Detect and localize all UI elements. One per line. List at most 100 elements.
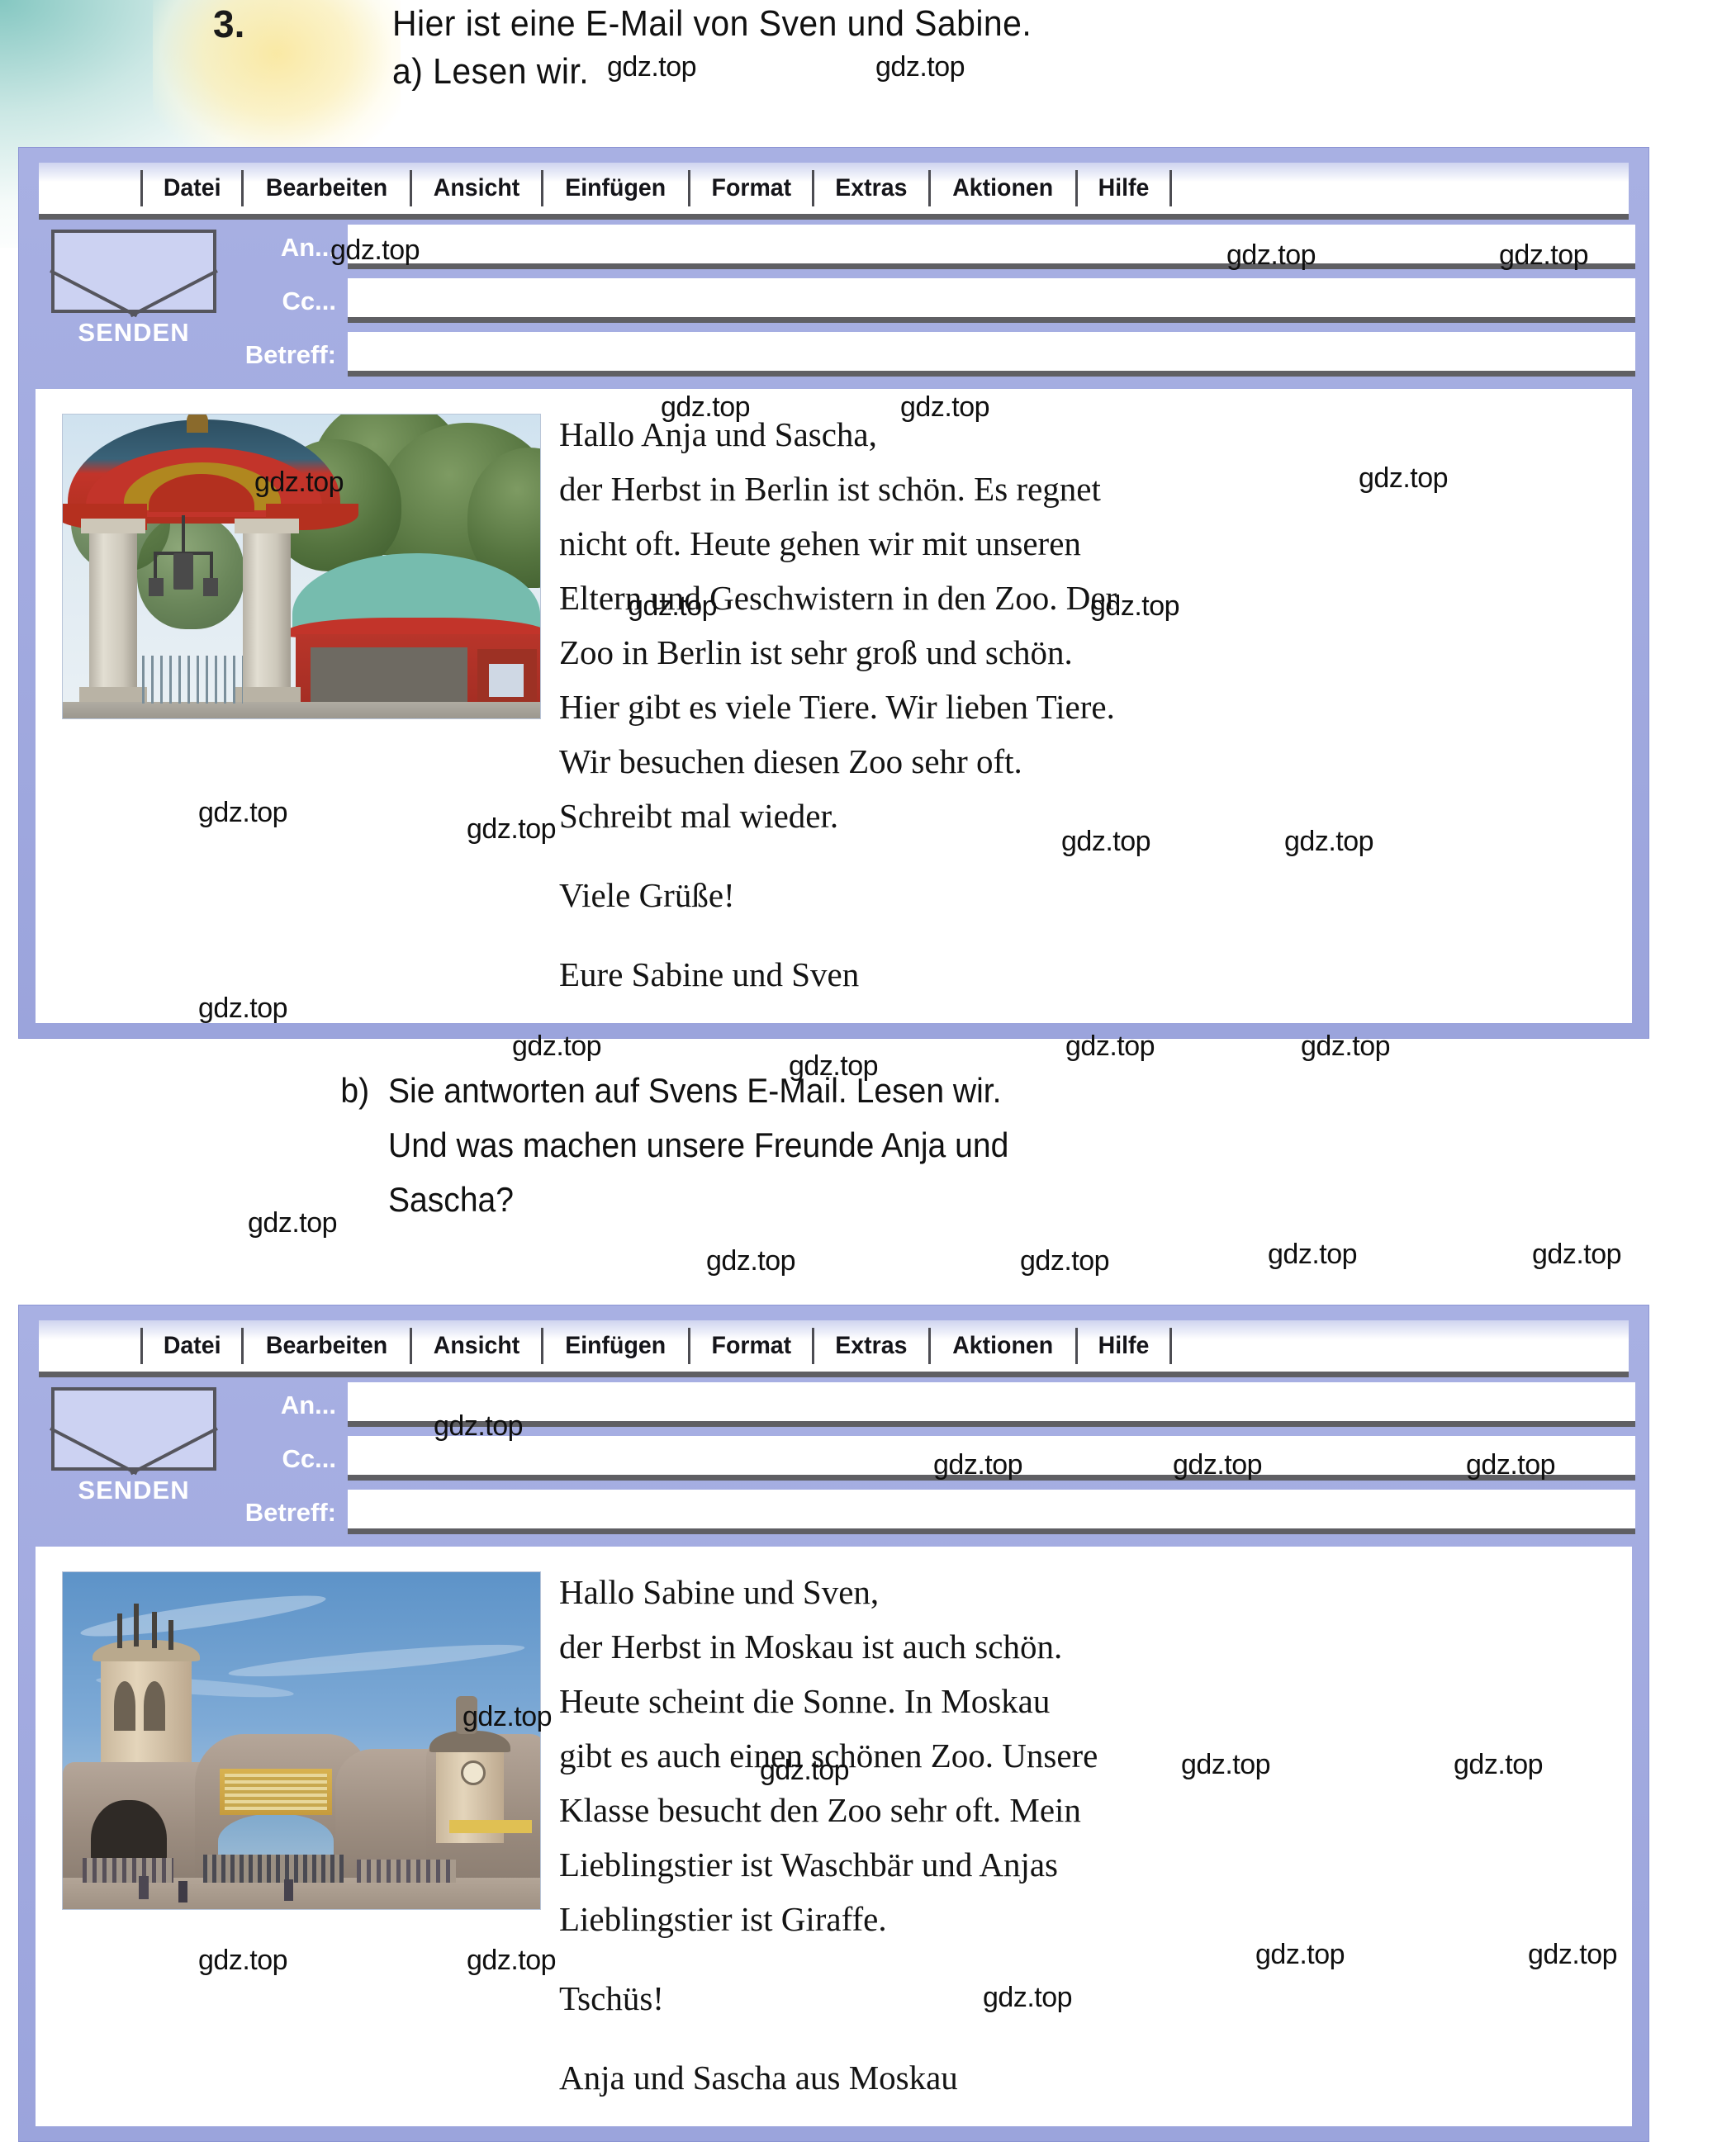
task-number: 3. (213, 2, 245, 45)
email-2-line-5: Lieblingstier ist Waschbär und Anjas (559, 1846, 1059, 1884)
email-1-line-7: Schreibt mal wieder. (559, 797, 839, 835)
watermark: gdz.top (875, 51, 965, 83)
watermark: gdz.top (1532, 1239, 1622, 1270)
email-composer-window-1: Datei Bearbeiten Ansicht Einfügen Format… (18, 147, 1649, 1039)
prompt-b-label: b) (340, 1071, 370, 1110)
watermark: gdz.top (1268, 1239, 1358, 1270)
to-field-label: An... (280, 1391, 336, 1419)
menu-item-einfuegen[interactable]: Einfügen (548, 163, 684, 214)
send-button-label: SENDEN (78, 318, 190, 347)
cc-field-input[interactable] (348, 1436, 1635, 1481)
menu-item-bearbeiten[interactable]: Bearbeiten (249, 163, 405, 214)
moscow-zoo-photo (62, 1571, 541, 1910)
menu-item-extras[interactable]: Extras (818, 163, 925, 214)
watermark: gdz.top (607, 51, 697, 83)
menu-separator (410, 1328, 413, 1364)
envelope-icon (51, 230, 216, 313)
sun-decoration (153, 0, 401, 157)
prompt-b-line-2: Und was machen unsere Freunde Anja und (388, 1125, 1009, 1164)
email-2-line-3: gibt es auch einen schönen Zoo. Unsere (559, 1737, 1098, 1775)
menu-item-ansicht[interactable]: Ansicht (416, 163, 537, 214)
email-1-text: Hallo Anja und Sascha, der Herbst in Ber… (559, 407, 1611, 1002)
field-row-cc: Cc... (227, 278, 1635, 329)
field-row-subject: Betreff: (227, 1490, 1635, 1541)
email-1-greeting: Hallo Anja und Sascha, (559, 415, 877, 453)
menu-separator (241, 1328, 244, 1364)
watermark: gdz.top (706, 1245, 796, 1277)
menu-item-format[interactable]: Format (694, 163, 808, 214)
email-header-area-1: SENDEN An... Cc... Betreff: (19, 220, 1648, 389)
email-1-line-1: der Herbst in Berlin ist schön. Es regne… (559, 470, 1101, 508)
berlin-zoo-photo (62, 414, 541, 719)
email-2-text: Hallo Sabine und Sven, der Herbst in Mos… (559, 1565, 1611, 2105)
email-1-signature: Eure Sabine und Sven (559, 955, 860, 993)
menu-separator (928, 170, 932, 206)
send-button-label: SENDEN (78, 1476, 190, 1504)
menu-item-ansicht[interactable]: Ansicht (416, 1320, 537, 1372)
menu-separator (928, 1328, 932, 1364)
send-button-2[interactable]: SENDEN (42, 1387, 225, 1505)
menu-item-hilfe[interactable]: Hilfe (1080, 163, 1166, 214)
watermark: gdz.top (248, 1207, 338, 1239)
email-1-line-6: Wir besuchen diesen Zoo sehr oft. (559, 742, 1022, 780)
email-1-line-2: nicht oft. Heute gehen wir mit unseren (559, 524, 1081, 562)
email-1-line-4: Zoo in Berlin ist sehr groß und schön. (559, 633, 1073, 671)
menu-item-datei[interactable]: Datei (146, 163, 238, 214)
send-button-1[interactable]: SENDEN (42, 230, 225, 348)
email-2-line-1: der Herbst in Moskau ist auch schön. (559, 1628, 1063, 1666)
menu-item-einfuegen[interactable]: Einfügen (548, 1320, 684, 1372)
menu-separator (140, 1328, 143, 1364)
menu-separator (687, 170, 690, 206)
menu-separator (541, 1328, 544, 1364)
menu-separator (812, 170, 815, 206)
menu-item-hilfe[interactable]: Hilfe (1080, 1320, 1166, 1372)
menu-item-datei[interactable]: Datei (146, 1320, 238, 1372)
email-2-closing: Tschüs! (559, 1979, 664, 2017)
envelope-icon (51, 1387, 216, 1471)
email-2-line-2: Heute scheint die Sonne. In Moskau (559, 1682, 1051, 1720)
email-body-2: Hallo Sabine und Sven, der Herbst in Mos… (36, 1547, 1632, 2126)
subject-field-label: Betreff: (244, 1498, 336, 1527)
email-2-line-6: Lieblingstier ist Giraffe. (559, 1900, 887, 1938)
menu-item-aktionen[interactable]: Aktionen (935, 163, 1070, 214)
to-field-label: An... (280, 233, 336, 262)
menu-separator (812, 1328, 815, 1364)
menu-separator (140, 170, 143, 206)
menu-separator (1074, 1328, 1078, 1364)
email-2-line-4: Klasse besucht den Zoo sehr oft. Mein (559, 1791, 1081, 1829)
field-row-to: An... (227, 1382, 1635, 1433)
subject-field-input[interactable] (348, 332, 1635, 377)
email-2-signature: Anja und Sascha aus Moskau (559, 2059, 958, 2097)
page-title: Hier ist eine E-Mail von Sven und Sabine… (392, 3, 1032, 44)
menu-separator (241, 170, 244, 206)
menu-separator (1169, 1328, 1172, 1364)
menu-item-format[interactable]: Format (694, 1320, 808, 1372)
email-1-line-5: Hier gibt es viele Tiere. Wir lieben Tie… (559, 688, 1115, 726)
recipient-fields-2: An... Cc... Betreff: (227, 1382, 1635, 1543)
cc-field-label: Cc... (282, 287, 336, 315)
menu-separator (687, 1328, 690, 1364)
prompt-b-line-1: Sie antworten auf Svens E-Mail. Lesen wi… (388, 1071, 1002, 1110)
to-field-input[interactable] (348, 225, 1635, 269)
to-field-input[interactable] (348, 1382, 1635, 1427)
email-composer-window-2: Datei Bearbeiten Ansicht Einfügen Format… (18, 1305, 1649, 2142)
cc-field-label: Cc... (282, 1444, 336, 1473)
menu-separator (410, 170, 413, 206)
page-subtitle-a: a) Lesen wir. (392, 51, 590, 92)
menu-item-extras[interactable]: Extras (818, 1320, 925, 1372)
menu-separator (1169, 170, 1172, 206)
menu-item-aktionen[interactable]: Aktionen (935, 1320, 1070, 1372)
prompt-b-line-3: Sascha? (388, 1180, 515, 1219)
prompt-b: b) Sie antworten auf Svens E-Mail. Lesen… (340, 1064, 1517, 1227)
subject-field-input[interactable] (348, 1490, 1635, 1534)
field-row-cc: Cc... (227, 1436, 1635, 1487)
email-1-line-3: Eltern und Geschwistern in den Zoo. Der (559, 579, 1117, 617)
menu-separator (541, 170, 544, 206)
email-body-1: Hallo Anja und Sascha, der Herbst in Ber… (36, 389, 1632, 1023)
email-header-area-2: SENDEN An... Cc... Betreff: (19, 1377, 1648, 1547)
watermark: gdz.top (1020, 1245, 1110, 1277)
field-row-subject: Betreff: (227, 332, 1635, 383)
cc-field-input[interactable] (348, 278, 1635, 323)
menu-separator (1074, 170, 1078, 206)
menu-item-bearbeiten[interactable]: Bearbeiten (249, 1320, 405, 1372)
